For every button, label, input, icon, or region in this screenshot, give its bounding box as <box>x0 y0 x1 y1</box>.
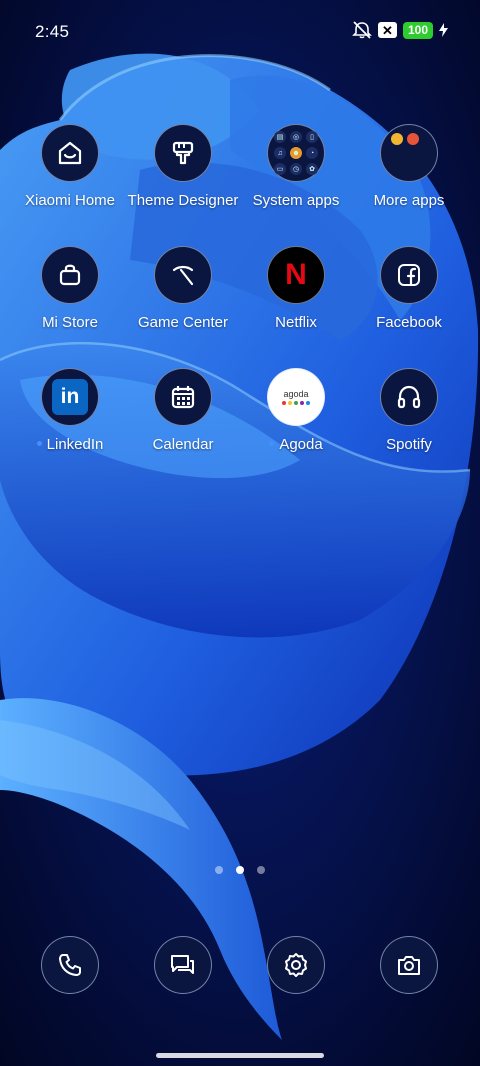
game-center-icon <box>154 246 212 304</box>
facebook-icon <box>380 246 438 304</box>
folder-more-apps[interactable]: More apps <box>353 124 465 209</box>
charging-bolt-icon <box>439 23 448 37</box>
app-xiaomi-home[interactable]: Xiaomi Home <box>14 124 126 209</box>
folder-icon: ▤ ◎ ▯ ♫ ☻ ◔ ▭ ◷ ✿ <box>267 124 325 182</box>
mini-app-icon: ▤ <box>274 131 286 143</box>
app-label: Spotify <box>386 436 432 453</box>
app-agoda[interactable]: agoda Agoda <box>240 368 352 453</box>
app-facebook[interactable]: Facebook <box>353 246 465 331</box>
agoda-dot <box>288 401 292 405</box>
linkedin-logo: in <box>60 385 80 408</box>
camera-icon[interactable] <box>380 936 438 994</box>
agoda-logo: agoda <box>283 389 309 399</box>
page-indicator[interactable] <box>0 866 480 874</box>
mini-app-icon: ◎ <box>290 131 302 143</box>
settings-icon[interactable] <box>267 936 325 994</box>
page-dot-active[interactable] <box>236 866 244 874</box>
status-icons: ✕ 100 <box>352 21 448 39</box>
bell-muted-icon <box>352 21 372 39</box>
app-netflix[interactable]: N Netflix <box>240 246 352 331</box>
mini-app-icon: ▯ <box>306 131 318 143</box>
linkedin-icon: in <box>41 368 99 426</box>
battery-icon: 100 <box>402 21 433 39</box>
app-calendar[interactable]: Calendar <box>127 368 239 453</box>
mini-app-icon: ▭ <box>274 163 286 175</box>
home-indicator-bar[interactable] <box>156 1053 324 1058</box>
phone-icon[interactable] <box>41 936 99 994</box>
agoda-icon: agoda <box>267 368 325 426</box>
app-label: Facebook <box>376 314 442 331</box>
agoda-dot <box>306 401 310 405</box>
mini-app-icon: ♫ <box>274 147 286 159</box>
theme-designer-icon <box>154 124 212 182</box>
app-label: More apps <box>373 192 445 209</box>
folder-icon <box>380 124 438 182</box>
mini-app-icon: ◷ <box>290 163 302 175</box>
messages-icon[interactable] <box>154 936 212 994</box>
mini-app-icon: ✿ <box>306 163 318 175</box>
app-label: Agoda <box>240 436 352 453</box>
app-mi-store[interactable]: Mi Store <box>14 246 126 331</box>
mini-app-icon: ◔ <box>306 147 318 159</box>
app-label: Calendar <box>152 436 214 453</box>
app-theme-designer[interactable]: Theme Designer <box>127 124 239 209</box>
agoda-dot <box>294 401 298 405</box>
app-label: Netflix <box>275 314 317 331</box>
mini-app-icon <box>407 133 419 145</box>
app-label: System apps <box>252 192 340 209</box>
app-game-center[interactable]: Game Center <box>127 246 239 331</box>
calendar-icon <box>154 368 212 426</box>
app-label: Mi Store <box>42 314 98 331</box>
status-bar: 2:45 ✕ 100 <box>0 0 480 62</box>
new-install-dot <box>269 440 275 446</box>
page-dot[interactable] <box>215 866 223 874</box>
headphones-icon <box>380 368 438 426</box>
shopping-bag-icon <box>41 246 99 304</box>
netflix-icon: N <box>267 246 325 304</box>
agoda-dot <box>282 401 286 405</box>
app-label: Theme Designer <box>127 192 239 209</box>
netflix-logo: N <box>285 258 307 291</box>
app-label: LinkedIn <box>14 436 126 453</box>
agoda-dot <box>300 401 304 405</box>
app-label: Xiaomi Home <box>24 192 116 209</box>
folder-system-apps[interactable]: ▤ ◎ ▯ ♫ ☻ ◔ ▭ ◷ ✿ System apps <box>240 124 352 209</box>
new-install-dot <box>36 440 42 446</box>
status-time: 2:45 <box>35 22 70 41</box>
page-dot[interactable] <box>257 866 265 874</box>
close-box-icon: ✕ <box>377 22 397 38</box>
mini-app-icon <box>391 133 403 145</box>
xiaomi-home-icon <box>41 124 99 182</box>
mini-app-icon: ☻ <box>290 147 302 159</box>
app-linkedin[interactable]: in LinkedIn <box>14 368 126 453</box>
app-spotify[interactable]: Spotify <box>353 368 465 453</box>
app-label: Game Center <box>137 314 229 331</box>
